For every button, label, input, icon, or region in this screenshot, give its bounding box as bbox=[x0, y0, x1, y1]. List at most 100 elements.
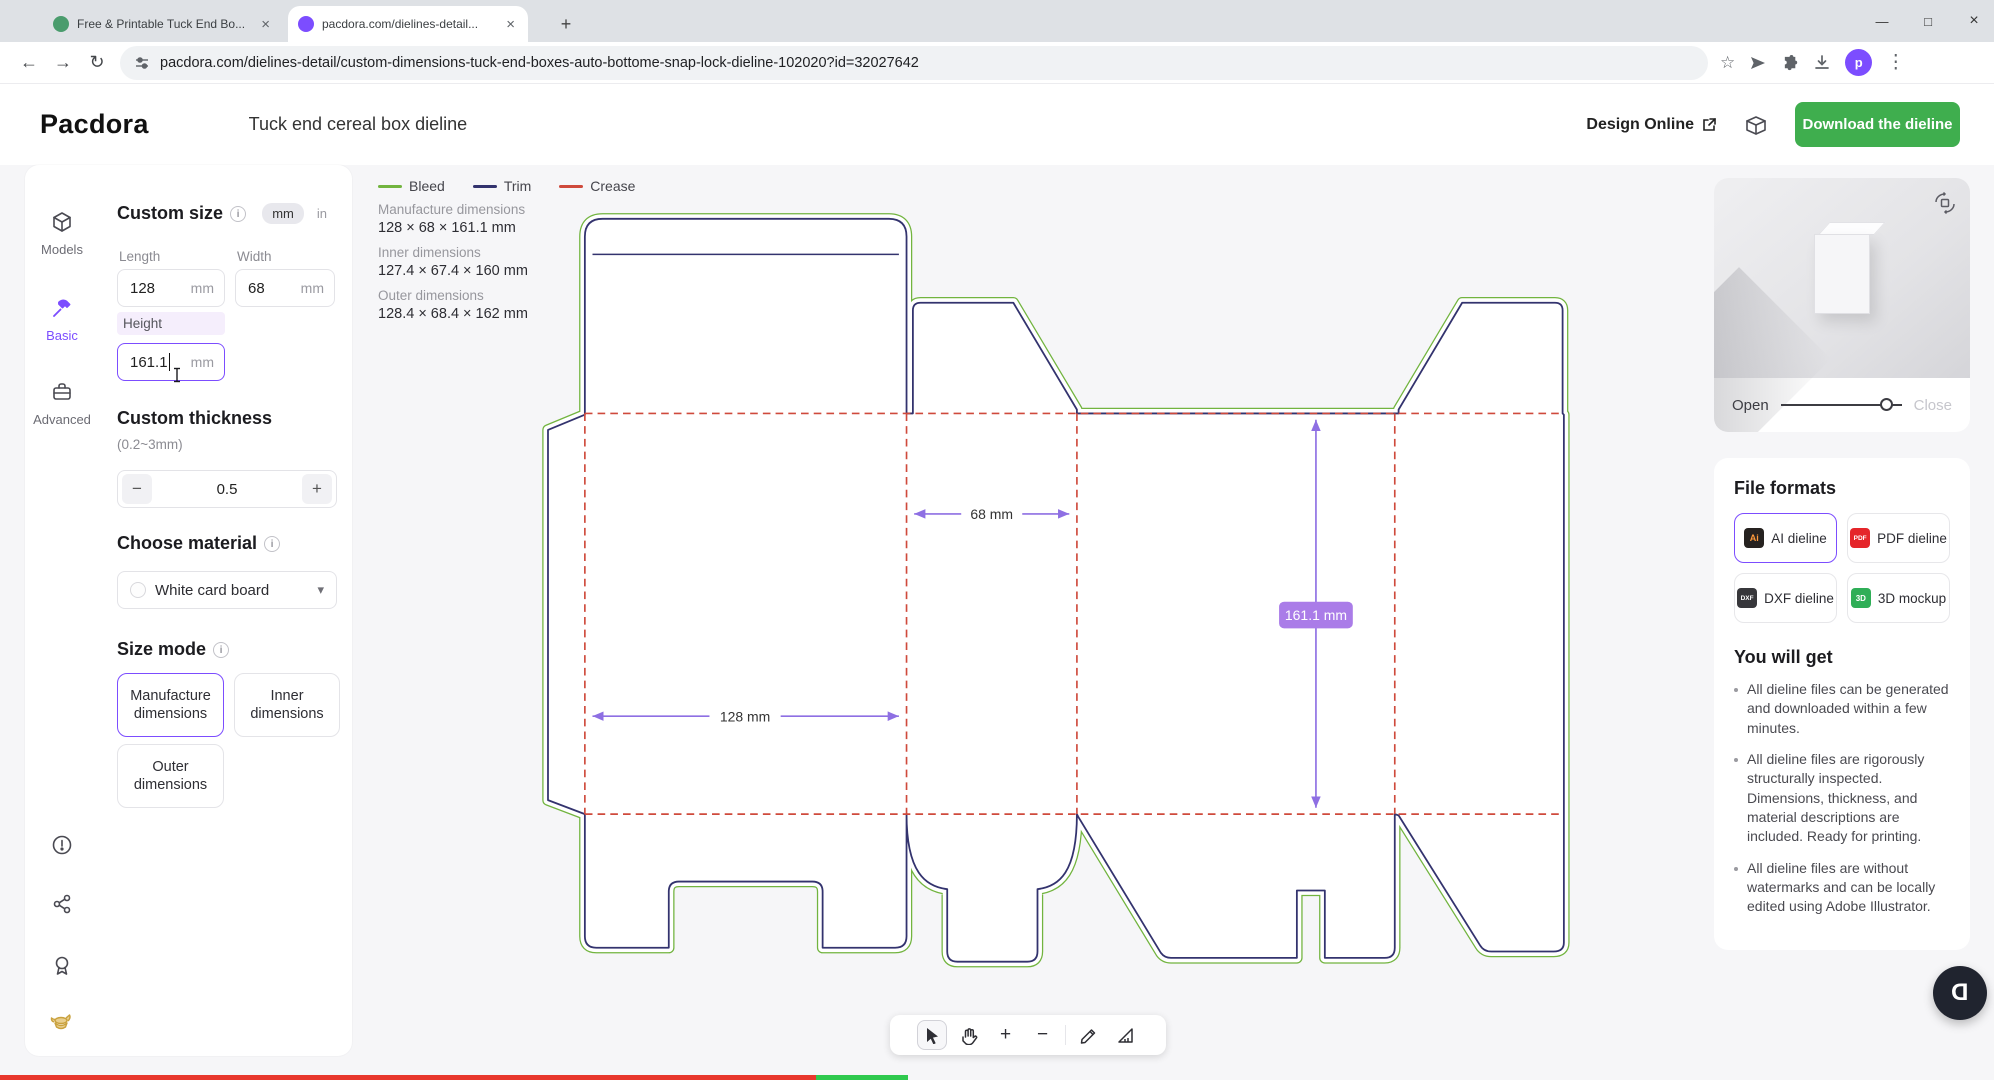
advanced-label: Advanced bbox=[33, 412, 91, 427]
new-tab-button[interactable]: + bbox=[552, 10, 580, 38]
sidebar-item-models[interactable]: Models bbox=[33, 239, 91, 257]
addressbar-icons: ☆ p ⋮ bbox=[1720, 49, 1905, 76]
dimensions-info: Manufacture dimensions 128 × 68 × 161.1 … bbox=[378, 202, 528, 322]
tab2-close-icon[interactable]: × bbox=[503, 16, 518, 33]
pen-tool[interactable] bbox=[1073, 1020, 1103, 1050]
length-input[interactable]: 128 mm bbox=[117, 269, 225, 307]
close-icon[interactable]: × bbox=[1964, 12, 1984, 30]
window-controls: — □ × bbox=[1872, 0, 1984, 42]
tab1-close-icon[interactable]: × bbox=[258, 16, 273, 33]
preview-card: Open Close bbox=[1714, 178, 1970, 432]
3d-preview[interactable] bbox=[1714, 178, 1970, 378]
zoom-in-icon[interactable]: + bbox=[991, 1020, 1021, 1050]
browser-tab-1[interactable]: Free & Printable Tuck End Bo... × bbox=[43, 6, 283, 42]
send-icon[interactable] bbox=[1749, 54, 1767, 72]
site-settings-icon[interactable] bbox=[134, 55, 150, 71]
select-tool[interactable] bbox=[917, 1020, 947, 1050]
extensions-puzzle-icon[interactable] bbox=[1781, 54, 1799, 72]
you-will-get-title: You will get bbox=[1734, 647, 1950, 668]
thickness-range: (0.2~3mm) bbox=[117, 437, 183, 452]
file-formats-title: File formats bbox=[1734, 478, 1950, 499]
3d-file-icon: 3D bbox=[1851, 588, 1871, 608]
custom-size-info-icon[interactable]: i bbox=[230, 206, 246, 222]
open-close-track[interactable] bbox=[1781, 404, 1902, 406]
thickness-plus-button[interactable]: + bbox=[302, 474, 332, 504]
sidebar-item-advanced[interactable]: Advanced bbox=[33, 409, 91, 427]
page-title: Tuck end cereal box dieline bbox=[249, 114, 467, 135]
back-icon[interactable]: ← bbox=[12, 52, 46, 73]
text-caret bbox=[169, 353, 171, 371]
format-ai-label: AI dieline bbox=[1771, 531, 1827, 546]
dieline-legend: Bleed Trim Crease bbox=[378, 178, 635, 194]
tab2-favicon bbox=[298, 16, 314, 32]
material-title: Choose material bbox=[117, 533, 257, 554]
browser-menu-icon[interactable]: ⋮ bbox=[1886, 51, 1905, 74]
thickness-minus-button[interactable]: − bbox=[122, 474, 152, 504]
legend-trim: Trim bbox=[504, 178, 531, 194]
material-info-icon[interactable]: i bbox=[264, 536, 280, 552]
maximize-icon[interactable]: □ bbox=[1918, 14, 1938, 29]
minimize-icon[interactable]: — bbox=[1872, 14, 1892, 29]
format-3d-label: 3D mockup bbox=[1878, 591, 1946, 606]
unit-mm-chip[interactable]: mm bbox=[262, 203, 304, 224]
toolbar-divider bbox=[1065, 1025, 1066, 1045]
design-online-link[interactable]: Design Online bbox=[1586, 116, 1717, 134]
basic-label: Basic bbox=[33, 328, 91, 343]
zoom-out-icon[interactable]: − bbox=[1028, 1020, 1058, 1050]
box-front-face bbox=[1814, 234, 1870, 314]
mode-inner-button[interactable]: Inner dimensions bbox=[234, 673, 340, 737]
pan-hand-tool[interactable] bbox=[954, 1020, 984, 1050]
material-select[interactable]: White card board ▾ bbox=[117, 571, 337, 609]
profile-avatar[interactable]: p bbox=[1845, 49, 1872, 76]
sidebar-item-basic[interactable]: Basic bbox=[33, 325, 91, 343]
thickness-stepper: − 0.5 + bbox=[117, 470, 337, 508]
url-bar[interactable]: pacdora.com/dielines-detail/custom-dimen… bbox=[120, 46, 1708, 80]
format-3d-button[interactable]: 3D 3D mockup bbox=[1847, 573, 1950, 623]
format-dxf-label: DXF dieline bbox=[1764, 591, 1834, 606]
format-dxf-button[interactable]: DXFDXF dieline bbox=[1734, 573, 1837, 623]
material-value: White card board bbox=[155, 582, 269, 599]
outer-dims-label: Outer dimensions bbox=[378, 288, 528, 303]
dimension-annotations: 68 mm 128 mm 161.1 mm bbox=[592, 420, 1352, 808]
advanced-icon[interactable] bbox=[45, 375, 79, 409]
chat-bubble-button[interactable]: D bbox=[1933, 966, 1987, 1020]
size-mode-info-icon[interactable]: i bbox=[213, 642, 229, 658]
width-input[interactable]: 68 mm bbox=[235, 269, 335, 307]
mode-outer-button[interactable]: Outer dimensions bbox=[117, 744, 224, 808]
app-header: Pacdora Tuck end cereal box dieline Desi… bbox=[0, 84, 1994, 165]
unit-in-chip[interactable]: in bbox=[307, 203, 337, 224]
browser-tab-2[interactable]: pacdora.com/dielines-detail... × bbox=[288, 6, 528, 42]
measure-tool[interactable] bbox=[1110, 1020, 1140, 1050]
my-boxes-button[interactable] bbox=[1743, 112, 1769, 138]
format-ai-button[interactable]: AiAI dieline bbox=[1734, 513, 1837, 563]
hammer-icon[interactable] bbox=[45, 291, 79, 325]
models-icon[interactable] bbox=[45, 205, 79, 239]
download-dieline-button[interactable]: Download the dieline bbox=[1795, 102, 1960, 147]
tab1-favicon bbox=[53, 16, 69, 32]
design-online-label: Design Online bbox=[1586, 116, 1694, 134]
downloads-icon[interactable] bbox=[1813, 54, 1831, 72]
file-formats-card: File formats AiAI dieline PDFPDF dieline… bbox=[1714, 458, 1970, 950]
forward-icon[interactable]: → bbox=[46, 52, 80, 73]
length-label: Length bbox=[119, 249, 160, 264]
pacdora-logo[interactable]: Pacdora bbox=[40, 109, 149, 140]
chevron-down-icon: ▾ bbox=[317, 582, 324, 598]
mode-manufacture-button[interactable]: Manufacture dimensions bbox=[117, 673, 224, 737]
reload-icon[interactable]: ↻ bbox=[80, 52, 114, 73]
share-icon[interactable] bbox=[45, 887, 79, 921]
bullet-dot bbox=[1734, 758, 1738, 762]
format-pdf-button[interactable]: PDFPDF dieline bbox=[1847, 513, 1950, 563]
height-unit: mm bbox=[191, 354, 214, 370]
trim-outline bbox=[548, 219, 1564, 962]
bookmark-star-icon[interactable]: ☆ bbox=[1720, 53, 1735, 73]
rotate-3d-icon[interactable] bbox=[1932, 190, 1958, 216]
dim-height-badge bbox=[1279, 602, 1353, 629]
lamp-icon[interactable] bbox=[45, 1005, 79, 1039]
bullet-dot bbox=[1734, 867, 1738, 871]
slider-knob[interactable] bbox=[1880, 398, 1893, 411]
alert-icon[interactable] bbox=[45, 828, 79, 862]
external-link-icon bbox=[1701, 117, 1717, 133]
badge-icon[interactable] bbox=[45, 948, 79, 982]
outer-dims-value: 128.4 × 68.4 × 162 mm bbox=[378, 306, 528, 322]
benefit-text-2: All dieline files are rigorously structu… bbox=[1747, 750, 1950, 847]
